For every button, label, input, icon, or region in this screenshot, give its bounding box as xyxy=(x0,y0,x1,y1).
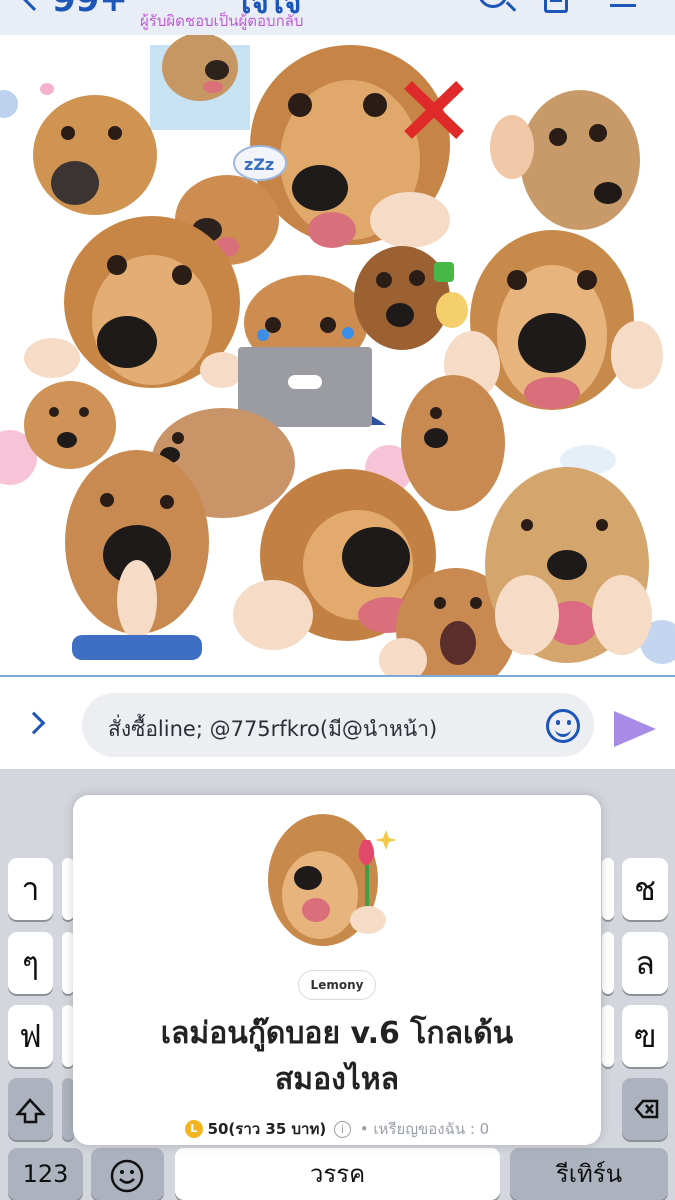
expand-chevron-icon[interactable] xyxy=(22,711,46,735)
coin-icon: L xyxy=(184,1120,203,1138)
notes-icon[interactable] xyxy=(544,0,568,13)
emoji-face-icon[interactable] xyxy=(546,709,580,743)
key-label: า xyxy=(21,870,40,908)
key-label: รีเทิร์น xyxy=(555,1160,623,1188)
search-icon[interactable] xyxy=(478,0,508,8)
sticker-title-line2: สมองไหล xyxy=(275,1062,399,1097)
sticker-popup[interactable]: Lemony เลม่อนกู๊ดบอย v.6 โกลเด้น สมองไหล… xyxy=(73,795,601,1145)
key-label: ช xyxy=(634,870,656,908)
return-key[interactable]: รีเทิร์น xyxy=(510,1148,668,1200)
key-label: ล xyxy=(635,944,655,982)
price-row: L 50(ราว 35 บาท) i • เหรียญของฉัน : 0 xyxy=(73,1117,601,1141)
shift-arrow-icon xyxy=(15,1098,46,1124)
sticker-preview-canvas: zZz xyxy=(0,35,675,675)
message-field[interactable]: สั่งซื้อline; @775rfkro(มี@นำหน้า) xyxy=(82,693,594,757)
sticker-title: เลม่อนกู๊ดบอย v.6 โกลเด้น สมองไหล xyxy=(73,1011,601,1103)
dog-crying-towel-image xyxy=(150,35,250,130)
info-icon[interactable]: i xyxy=(333,1120,351,1138)
message-text[interactable]: สั่งซื้อline; @775rfkro(มี@นำหน้า) xyxy=(108,713,437,746)
message-input-bar: สั่งซื้อline; @775rfkro(มี@นำหน้า) xyxy=(0,677,675,769)
space-key[interactable]: วรรค xyxy=(175,1148,500,1200)
chat-header: 99+ ไจ้ไจ้ ผู้รับผิดชอบเป็นผู้ตอบกลับ xyxy=(0,0,675,35)
key-label: ฟ xyxy=(19,1017,42,1055)
key-row2-hidden[interactable] xyxy=(602,932,614,994)
chat-subtitle: ผู้รับผิดชอบเป็นผู้ตอบกลับ xyxy=(140,12,304,30)
svg-text:zZz: zZz xyxy=(244,155,274,174)
menu-icon[interactable] xyxy=(610,4,636,7)
key-row2-left[interactable]: ๆ xyxy=(8,932,53,994)
backspace-key[interactable] xyxy=(622,1078,668,1140)
coin-balance: • เหรียญของฉัน : 0 xyxy=(359,1120,490,1138)
numbers-key[interactable]: 123 xyxy=(8,1148,83,1200)
key-row3-right[interactable]: ฃ xyxy=(622,1005,668,1067)
sticker-dog-sad-face[interactable] xyxy=(30,93,160,218)
key-row3-left[interactable]: ฟ xyxy=(8,1005,53,1067)
author-badge[interactable]: Lemony xyxy=(298,970,376,1000)
backspace-icon xyxy=(634,1099,659,1119)
star-deco-icon xyxy=(0,90,18,118)
key-label: วรรค xyxy=(309,1160,366,1188)
back-chevron-icon[interactable] xyxy=(17,0,51,11)
sticker-title-line1: เลม่อนกู๊ดบอย v.6 โกลเด้น xyxy=(160,1016,514,1051)
key-row2-right[interactable]: ล xyxy=(622,932,668,994)
dog-flower-image xyxy=(268,814,397,946)
dog-sad-face-image xyxy=(33,95,157,215)
unread-count[interactable]: 99+ xyxy=(52,0,128,20)
sticker-dog-praying[interactable] xyxy=(62,450,212,660)
emoji-keyboard-icon xyxy=(110,1159,144,1193)
emoji-keyboard-key[interactable] xyxy=(91,1148,164,1200)
dog-big-ear-image xyxy=(490,90,640,230)
price-value: 50(ราว 35 บาท) xyxy=(207,1120,327,1138)
key-label: 123 xyxy=(22,1160,69,1188)
key-label: ๆ xyxy=(21,944,40,982)
sticker-dog-heart-hands[interactable] xyxy=(482,465,652,675)
shift-key[interactable] xyxy=(8,1078,53,1140)
key-row1-left[interactable]: า xyxy=(8,858,53,920)
sticker-dog-waving-hands[interactable] xyxy=(22,210,242,395)
dog-waving-hands-image xyxy=(24,216,242,388)
key-row1-hidden[interactable] xyxy=(602,858,614,920)
sticker-preview-dog-flower xyxy=(268,810,413,950)
dog-heart-hands-image xyxy=(485,467,652,663)
key-row3-hidden[interactable] xyxy=(602,1005,614,1067)
key-row1-right[interactable]: ช xyxy=(622,858,668,920)
key-label: ฃ xyxy=(633,1017,657,1055)
send-arrow-icon[interactable] xyxy=(614,711,656,747)
sticker-dog-crying-towel[interactable] xyxy=(145,35,250,130)
sticker-dog-big-ear[interactable] xyxy=(490,75,640,245)
dog-praying-image xyxy=(65,450,209,660)
